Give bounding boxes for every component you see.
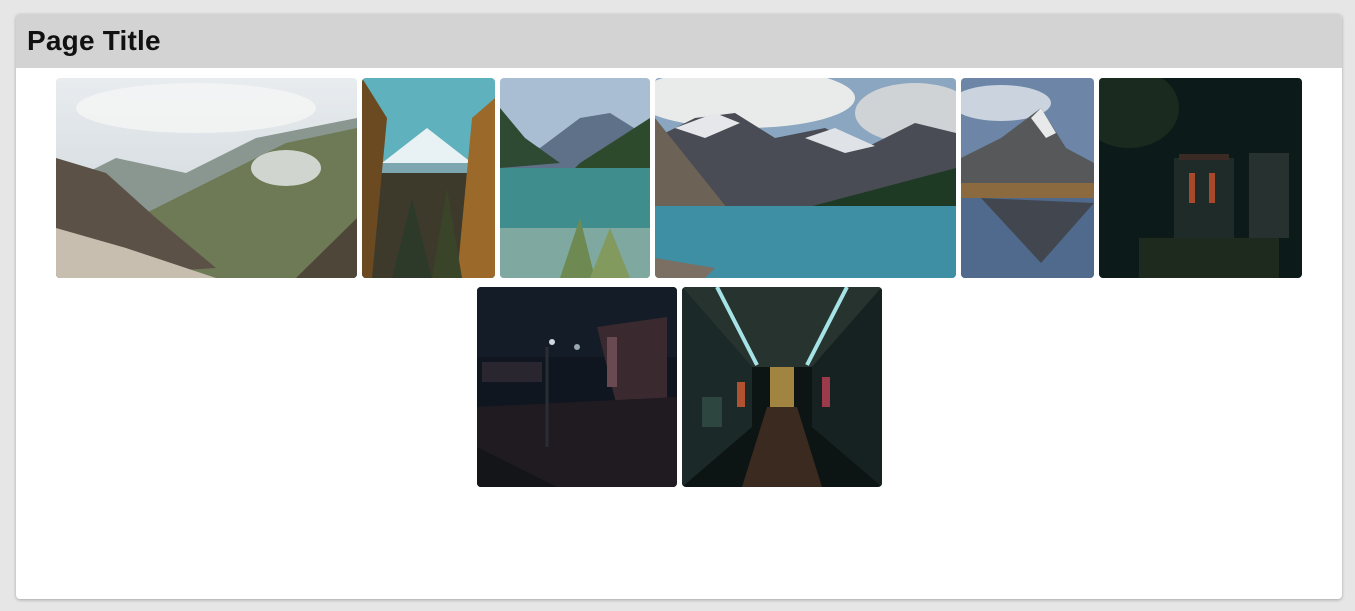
snowy-peak-image: [362, 78, 495, 278]
gallery-photo-moraine-lake[interactable]: [655, 78, 956, 278]
gallery-photo-forest-shrine[interactable]: [1099, 78, 1302, 278]
peak-reflection-image: [961, 78, 1094, 278]
forest-shrine-image: [1099, 78, 1302, 278]
mountain-valley-image: [56, 78, 357, 278]
moraine-lake-image: [655, 78, 956, 278]
gallery-card: Page Title: [16, 14, 1342, 599]
card-header: Page Title: [16, 14, 1342, 68]
page-title: Page Title: [27, 25, 161, 56]
gallery-photo-night-street[interactable]: [477, 287, 677, 487]
mountain-lake-image: [500, 78, 650, 278]
photo-gallery: [16, 14, 1342, 599]
gallery-photo-peak-reflection[interactable]: [961, 78, 1094, 278]
arcade-image: [682, 287, 882, 487]
night-street-image: [477, 287, 677, 487]
gallery-photo-mountain-valley[interactable]: [56, 78, 357, 278]
gallery-photo-snowy-peak[interactable]: [362, 78, 495, 278]
gallery-photo-arcade[interactable]: [682, 287, 882, 487]
gallery-photo-mountain-lake[interactable]: [500, 78, 650, 278]
